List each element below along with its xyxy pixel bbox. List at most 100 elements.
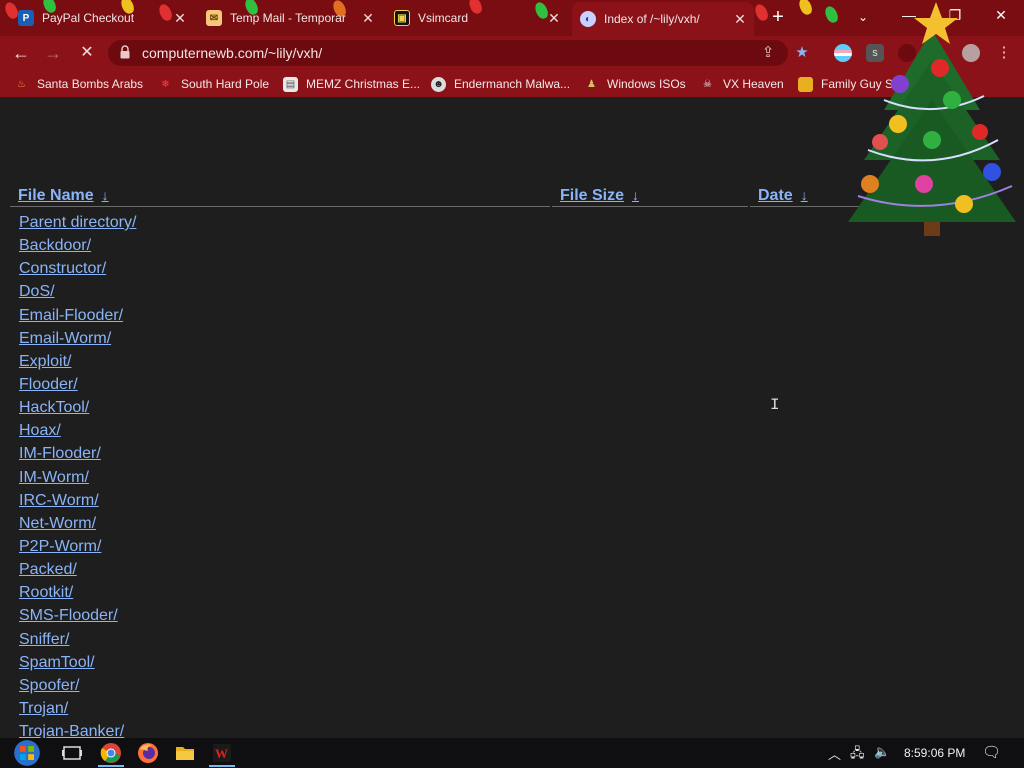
bookmark-label: VX Heaven [723, 77, 784, 91]
bookmark-label: South Hard Pole [181, 77, 270, 91]
extensions-puzzle-icon[interactable] [898, 44, 916, 62]
directory-link[interactable]: HackTool/ [19, 399, 89, 416]
directory-link[interactable]: SMS-Flooder/ [19, 607, 118, 624]
minimize-button[interactable]: — [886, 0, 932, 30]
bookmark-santa-bombs-arabs[interactable]: ♨ Santa Bombs Arabs [14, 75, 143, 93]
directory-link[interactable]: Email-Flooder/ [19, 307, 123, 324]
lock-icon [120, 45, 130, 59]
forward-button[interactable]: → [40, 40, 66, 66]
directory-link[interactable]: SpamTool/ [19, 654, 95, 671]
file-list: Parent directory/Backdoor/Constructor/Do… [19, 211, 136, 738]
tab-vsimcard[interactable]: ▣ Vsimcard ✕ [386, 4, 568, 32]
tab-temp-mail[interactable]: ✉ Temp Mail - Temporar ✕ [198, 4, 382, 32]
bookmark-endermanch-malware[interactable]: ☻ Endermanch Malwa... [431, 75, 570, 93]
directory-link[interactable]: Parent directory/ [19, 214, 136, 231]
sort-by-size-link[interactable]: File Size ↓ [560, 187, 639, 205]
directory-link[interactable]: Packed/ [19, 561, 77, 578]
directory-link[interactable]: Exploit/ [19, 353, 71, 370]
bookmark-star-icon[interactable]: ★ [792, 43, 812, 63]
list-item: Flooder/ [19, 373, 136, 396]
list-item: IM-Flooder/ [19, 442, 136, 465]
ollydbg-icon[interactable]: W [210, 741, 234, 765]
header-label: Date [758, 187, 793, 204]
directory-link[interactable]: IRC-Worm/ [19, 492, 99, 509]
active-app-indicator [98, 765, 124, 767]
list-item: Parent directory/ [19, 211, 136, 234]
directory-link[interactable]: Constructor/ [19, 260, 106, 277]
extension-flag-icon[interactable] [834, 44, 852, 62]
directory-link[interactable]: IM-Worm/ [19, 469, 89, 486]
profile-avatar-icon[interactable] [962, 44, 980, 62]
bookmark-memz-christmas[interactable]: ▤ MEMZ Christmas E... [283, 75, 420, 93]
firefox-icon[interactable] [136, 741, 160, 765]
volume-icon[interactable]: 🔈 [874, 744, 890, 760]
taskbar-clock[interactable]: 8:59:06 PM [904, 746, 965, 760]
directory-link[interactable]: Trojan-Banker/ [19, 723, 124, 738]
new-tab-button[interactable]: + [767, 6, 789, 28]
list-item: Rootkit/ [19, 581, 136, 604]
bookmark-windows-isos[interactable]: ♟ Windows ISOs [584, 75, 686, 93]
tab-paypal-checkout[interactable]: P PayPal Checkout ✕ [10, 4, 194, 32]
list-item: Trojan/ [19, 697, 136, 720]
tab-title: Index of /~lily/vxh/ [604, 12, 700, 26]
directory-link[interactable]: Trojan/ [19, 700, 68, 717]
paypal-icon: P [18, 10, 34, 26]
sort-by-name-link[interactable]: File Name ↓ [18, 187, 109, 205]
close-window-button[interactable]: ✕ [978, 0, 1024, 30]
window-icon: ▤ [283, 76, 298, 92]
column-header-size: File Size ↓ [552, 183, 748, 207]
stop-loading-button[interactable]: ✕ [74, 40, 100, 66]
bookmark-family-guy[interactable]: Family Guy S [798, 75, 893, 93]
text-cursor-icon: I [770, 396, 780, 414]
directory-link[interactable]: Net-Worm/ [19, 515, 96, 532]
list-item: Net-Worm/ [19, 512, 136, 535]
directory-link[interactable]: Hoax/ [19, 422, 61, 439]
tab-strip: P PayPal Checkout ✕ ✉ Temp Mail - Tempor… [0, 0, 1024, 36]
list-item: Backdoor/ [19, 234, 136, 257]
snowflake-icon: ❄ [161, 78, 170, 90]
list-item: Email-Worm/ [19, 327, 136, 350]
address-bar[interactable]: computernewb.com/~lily/vxh/ ⇪ [108, 40, 788, 66]
header-label: File Size [560, 187, 625, 204]
sort-by-date-link[interactable]: Date ↓ [758, 187, 808, 205]
sim-card-icon: ▣ [394, 10, 410, 26]
directory-link[interactable]: P2P-Worm/ [19, 538, 101, 555]
kebab-menu-icon[interactable]: ⋮ [994, 43, 1014, 63]
chevron-up-icon[interactable]: ︿ [828, 744, 841, 763]
close-icon[interactable]: ✕ [546, 10, 562, 27]
network-icon[interactable]: 🖧 [850, 744, 865, 766]
bookmark-vx-heaven[interactable]: ☠ VX Heaven [700, 75, 784, 93]
directory-link[interactable]: Spoofer/ [19, 677, 79, 694]
bookmark-label: Family Guy S [821, 77, 894, 91]
directory-link[interactable]: DoS/ [19, 283, 55, 300]
task-view-icon[interactable] [60, 741, 84, 765]
directory-link[interactable]: IM-Flooder/ [19, 445, 101, 462]
header-label: File Name [18, 187, 94, 204]
bookmark-south-hard-pole[interactable]: ❄ South Hard Pole [158, 75, 269, 93]
tab-index-of-vxh[interactable]: ◐ Index of /~lily/vxh/ ✕ [572, 2, 754, 36]
list-item: SMS-Flooder/ [19, 604, 136, 627]
close-icon[interactable]: ✕ [172, 10, 188, 27]
restore-button[interactable]: ❐ [932, 0, 978, 30]
directory-link[interactable]: Backdoor/ [19, 237, 91, 254]
sort-arrow-icon: ↓ [632, 187, 640, 203]
close-icon[interactable]: ✕ [360, 10, 376, 27]
list-item: P2P-Worm/ [19, 535, 136, 558]
chrome-icon[interactable] [99, 741, 123, 765]
share-icon[interactable]: ⇪ [758, 43, 778, 63]
navigation-toolbar: ← → ✕ computernewb.com/~lily/vxh/ ⇪ ★ s … [0, 36, 1024, 70]
tab-search-button[interactable]: ⌄ [854, 6, 872, 28]
extension-s-icon[interactable]: s [866, 44, 884, 62]
list-item: SpamTool/ [19, 651, 136, 674]
close-icon[interactable]: ✕ [732, 11, 748, 28]
start-orb-icon[interactable] [12, 739, 42, 767]
directory-link[interactable]: Flooder/ [19, 376, 78, 393]
directory-link[interactable]: Rootkit/ [19, 584, 73, 601]
file-explorer-icon[interactable] [173, 741, 197, 765]
back-button[interactable]: ← [8, 40, 34, 66]
directory-link[interactable]: Email-Worm/ [19, 330, 111, 347]
mail-envelope-icon: ✉ [206, 10, 222, 26]
directory-link[interactable]: Sniffer/ [19, 631, 69, 648]
notification-center-icon[interactable]: 🗨 [982, 743, 1001, 761]
sort-arrow-icon: ↓ [800, 187, 808, 203]
